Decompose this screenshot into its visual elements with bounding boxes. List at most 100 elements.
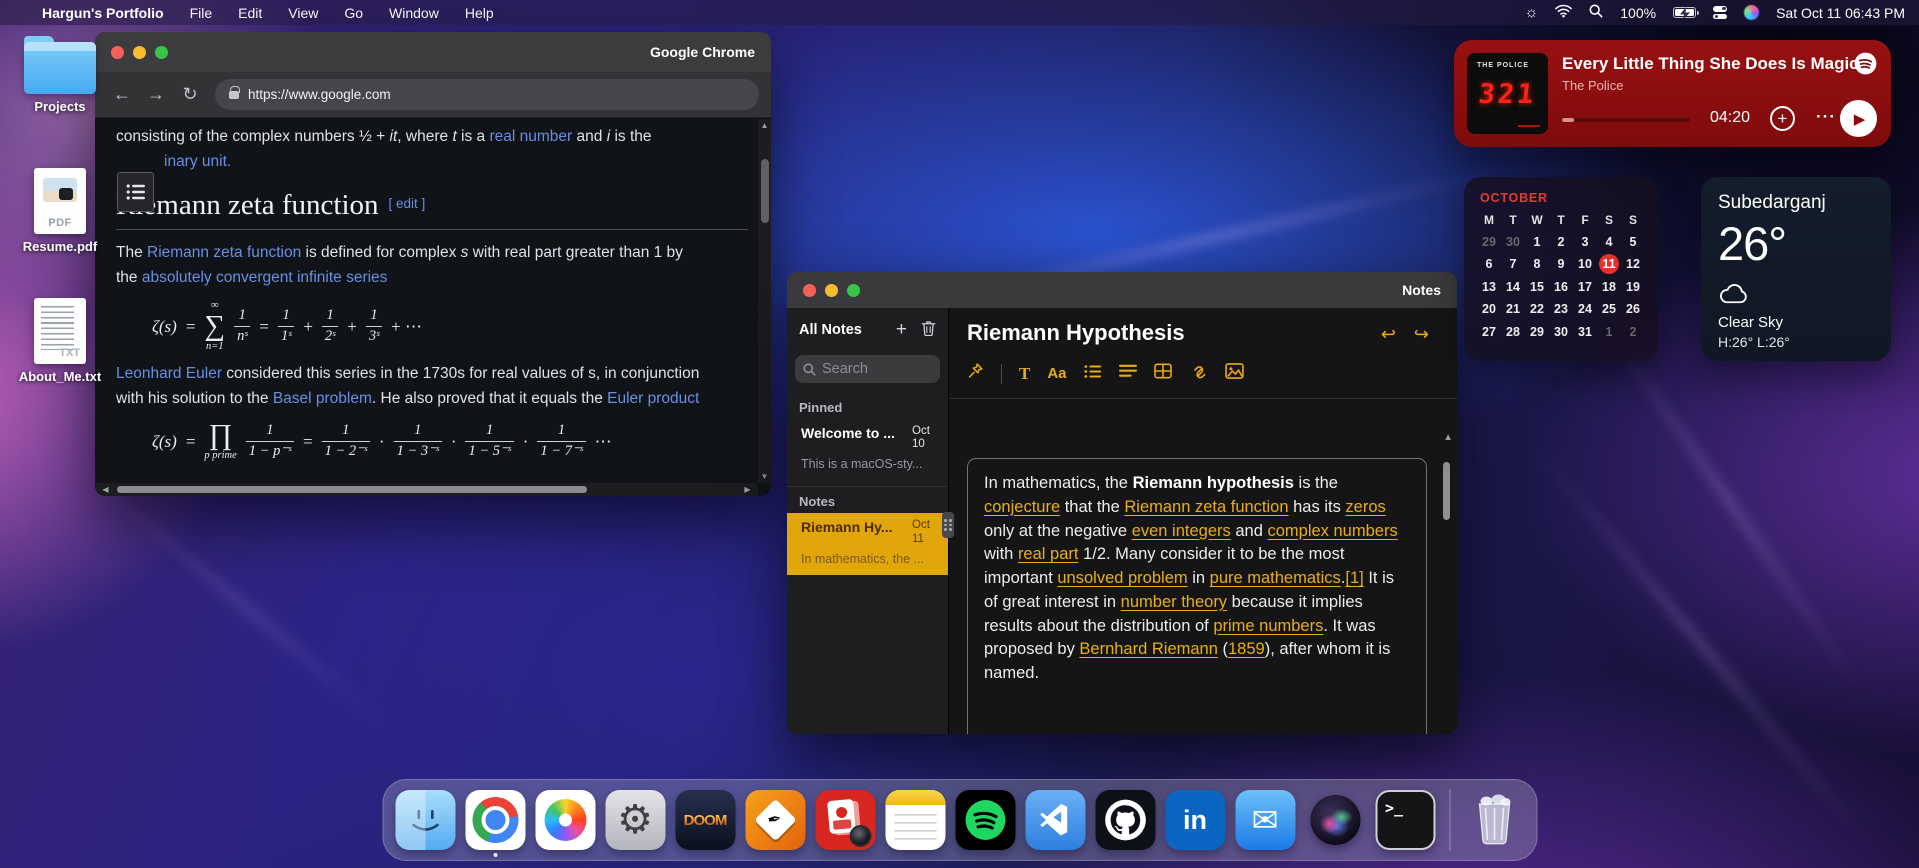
calendar-day: 20 [1477,299,1501,319]
weather-widget[interactable]: Subedarganj 26° Clear Sky H:26° L:26° [1701,177,1891,361]
menu-window[interactable]: Window [389,5,439,21]
undo-button[interactable]: ↩ [1381,324,1396,345]
pin-button[interactable] [967,362,984,385]
trash-icon [921,319,936,336]
calendar-day-header: F [1573,211,1597,229]
dock-github-icon[interactable] [1095,790,1155,850]
contents-list-button[interactable] [117,172,154,212]
notes-editor[interactable]: Riemann Hypothesis ↩ ↪ T Aa [949,308,1457,734]
horizontal-scrollbar[interactable]: ◀ ▶ [95,483,758,496]
search-input[interactable]: Search [795,355,940,383]
calendar-day-header: M [1477,211,1501,229]
calendar-day: 7 [1501,254,1525,274]
scroll-up-arrow[interactable]: ▲ [1443,432,1453,443]
desktop-icon-aboutme[interactable]: TXT About_Me.txt [5,298,115,384]
forward-button[interactable]: → [141,84,171,105]
dock-mail-icon[interactable]: ✉ [1235,790,1295,850]
menu-help[interactable]: Help [465,5,494,21]
spotify-icon[interactable] [1854,52,1877,80]
chrome-titlebar[interactable]: Google Chrome [95,32,771,72]
minimize-button[interactable] [133,46,146,59]
brightness-icon[interactable]: ☼ [1525,5,1539,20]
play-button[interactable]: ▶ [1840,100,1877,137]
delete-note-button[interactable] [921,319,936,341]
redo-button[interactable]: ↪ [1414,324,1429,345]
bullet-list-button[interactable] [1084,364,1102,384]
link-icon [1189,362,1208,380]
calendar-grid: MTWTFSS293012345678910111213141516171819… [1477,211,1645,342]
menu-go[interactable]: Go [344,5,363,21]
calendar-day: 21 [1501,299,1525,319]
scrollbar-thumb[interactable] [1443,462,1450,520]
font-style-button[interactable]: Aa [1047,365,1066,382]
window-title: Notes [1402,282,1441,298]
control-center-icon[interactable] [1713,6,1727,19]
table-button[interactable] [1154,363,1172,384]
edit-link[interactable]: [ edit ] [389,196,426,211]
scroll-left-arrow[interactable]: ◀ [99,485,112,494]
dock-chrome-icon[interactable] [465,790,525,850]
weather-condition: Clear Sky [1718,314,1874,331]
more-options-button[interactable]: ··· [1816,107,1836,127]
scrollbar-thumb[interactable] [761,159,769,223]
dock-doom-icon[interactable]: DOOM [675,790,735,850]
dock-notes-icon[interactable] [885,790,945,850]
toolbar-divider [1001,364,1002,384]
zoom-button[interactable] [155,46,168,59]
note-content-block[interactable]: In mathematics, the Riemann hypothesis i… [967,458,1427,734]
dock-vscode-icon[interactable] [1025,790,1085,850]
dock-spotify-icon[interactable] [955,790,1015,850]
dock-terminal-icon[interactable]: >_ [1375,790,1435,850]
dock-finder-icon[interactable] [395,790,455,850]
menu-file[interactable]: File [190,5,213,21]
dock-trash-icon[interactable] [1464,790,1524,850]
calendar-day: 28 [1501,322,1525,342]
dock-camera-app-icon[interactable] [815,790,875,850]
close-button[interactable] [803,284,816,297]
progress-bar[interactable] [1562,118,1690,122]
calendar-day: 24 [1573,299,1597,319]
spotlight-search-icon[interactable] [1589,4,1603,21]
battery-icon[interactable] [1673,7,1696,18]
image-button[interactable] [1225,363,1244,384]
note-list-item-selected[interactable]: Riemann Hy... Oct11 In mathematics, the … [787,513,948,574]
euler-product-formula: ζ(s) = ∏ p prime 11 − p⁻ˢ = 11 − 2⁻ˢ · 1… [152,421,748,462]
list-icon [126,183,146,201]
section-heading: Riemann zeta function[ edit ] [116,189,748,222]
link-button[interactable] [1189,362,1208,385]
wifi-icon[interactable] [1555,4,1572,21]
siri-icon[interactable] [1744,5,1759,20]
menu-bar-clock[interactable]: Sat Oct 11 06:43 PM [1776,5,1905,21]
new-note-button[interactable]: + [896,319,907,341]
vertical-scrollbar[interactable]: ▲ ▼ [758,119,771,483]
desktop-icon-projects[interactable]: Projects [5,34,115,114]
dock-siri-icon[interactable] [1305,790,1365,850]
scroll-right-arrow[interactable]: ▶ [741,485,754,494]
desktop-icon-resume[interactable]: PDF Resume.pdf [5,168,115,254]
dock-linkedin-icon[interactable]: in [1165,790,1225,850]
menu-edit[interactable]: Edit [238,5,262,21]
intro-line-2[interactable]: inary unit. [116,150,748,175]
zoom-button[interactable] [847,284,860,297]
notes-titlebar[interactable]: Notes [787,272,1457,308]
url-bar[interactable]: https://www.google.com [215,79,759,110]
calendar-day: 27 [1477,322,1501,342]
scroll-up-arrow[interactable]: ▲ [758,121,771,130]
editor-scrollbar[interactable] [1443,450,1451,734]
note-list-item-pinned[interactable]: Welcome to ... Oct10 This is a macOS-sty… [787,419,948,480]
music-widget[interactable]: THE POLICE 321 Every Little Thing She Do… [1454,40,1891,147]
title-format-button[interactable]: T [1019,364,1030,384]
menu-view[interactable]: View [288,5,318,21]
reload-button[interactable]: ↻ [175,84,205,105]
active-app-menu[interactable]: Hargun's Portfolio [42,5,164,21]
minimize-button[interactable] [825,284,838,297]
dock-design-app-icon[interactable]: ✒ [745,790,805,850]
justify-button[interactable] [1119,364,1137,383]
dock-settings-icon[interactable]: ⚙ [605,790,665,850]
calendar-widget[interactable]: OCTOBER MTWTFSS2930123456789101112131415… [1464,177,1658,361]
scrollbar-thumb[interactable] [117,486,587,493]
dock-photos-icon[interactable] [535,790,595,850]
add-button[interactable]: + [1770,106,1795,131]
sidebar-resize-handle[interactable] [942,512,954,538]
scroll-down-arrow[interactable]: ▼ [758,472,771,481]
